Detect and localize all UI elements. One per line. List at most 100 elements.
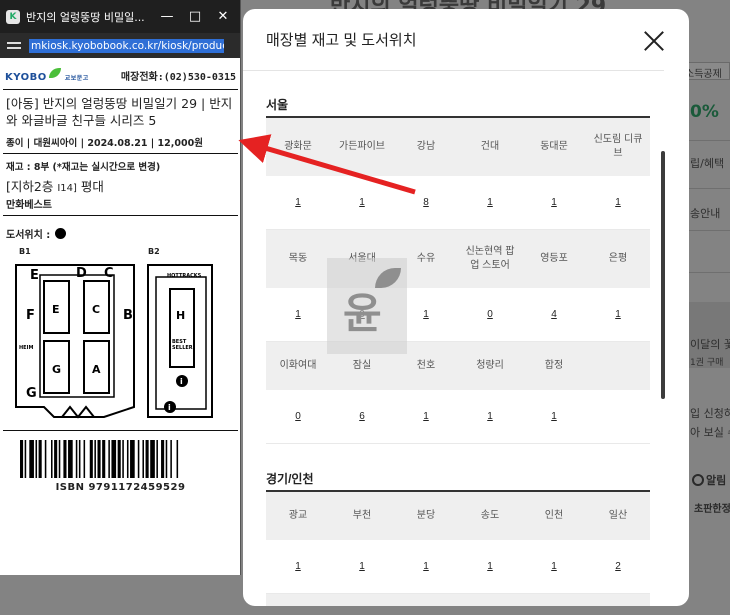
stock-count-link[interactable]: 1 [423, 309, 429, 320]
store-phone: 매장전화:(02)530-0315 [120, 72, 236, 83]
background-text: 립/혜택 [690, 157, 725, 170]
stock-count-link[interactable]: 0 [295, 411, 301, 422]
address-bar[interactable]: mkiosk.kyobobook.co.kr/kiosk/product [0, 33, 240, 58]
close-icon[interactable] [642, 29, 666, 53]
stock-count-link[interactable]: 1 [359, 197, 365, 208]
scrollbar[interactable] [661, 151, 665, 399]
stock-count-link[interactable]: 1 [551, 411, 557, 422]
barcode-bar [156, 440, 158, 478]
stock-count-cell: 1 [522, 176, 586, 229]
barcode-bar [97, 440, 101, 478]
minimize-icon[interactable]: — [153, 0, 181, 33]
stock-count-cell: 1 [586, 288, 650, 341]
barcode-bar [35, 440, 38, 478]
stock-count-link[interactable]: 1 [615, 309, 621, 320]
region-heading: 서울 [266, 98, 289, 112]
stock-count-link[interactable]: 1 [487, 561, 493, 572]
stock-count-link[interactable]: 1 [295, 561, 301, 572]
watermark-logo: 윤 [327, 258, 407, 354]
url-text[interactable]: mkiosk.kyobobook.co.kr/kiosk/product [29, 38, 224, 53]
kyobo-brand-sub: 교보문고 [64, 75, 89, 82]
store-name: 부천 [352, 510, 372, 521]
barcode-bar [122, 440, 124, 478]
stock-count-link[interactable]: 1 [295, 309, 301, 320]
store-name: 영등포 [540, 253, 568, 264]
store-name: 은평 [608, 253, 628, 264]
stock-count-cell: 1 [330, 176, 394, 229]
map-zone-h: H [176, 309, 185, 322]
barcode-bar [161, 440, 165, 478]
location-code: I14] [57, 183, 77, 194]
stock-count-cell: 2 [586, 540, 650, 593]
map-zone-g2: G [26, 386, 37, 401]
map-zone-e: E [30, 268, 39, 283]
barcode-bar [29, 440, 34, 478]
barcode-bar [44, 440, 47, 478]
stock-count-row: 0 6 1 1 1 [266, 390, 650, 444]
store-name: 이화여대 [279, 360, 317, 371]
stock-count-link[interactable]: 1 [487, 411, 493, 422]
barcode-bar [165, 440, 168, 478]
map-zone-c2: C [92, 303, 100, 316]
stock-count-link[interactable]: 0 [487, 309, 493, 320]
book-title: [아동] 반지의 얼렁뚱땅 비밀일기 29 | 반지와 와글바글 친구들 시리즈… [6, 96, 233, 128]
stock-count-link[interactable]: 1 [359, 561, 365, 572]
svg-text:i: i [168, 403, 171, 412]
barcode-bar [54, 440, 58, 478]
stock-count-cell: 1 [458, 176, 522, 229]
site-settings-icon[interactable] [7, 39, 21, 53]
stock-count-link[interactable]: 8 [423, 197, 429, 208]
store-name: 광화문 [284, 141, 312, 152]
store-name: 판교 [266, 594, 330, 606]
shelf-location: [지하2층 I14] 평대 [0, 174, 240, 196]
leaf-icon [48, 68, 61, 78]
region-heading: 경기/인천 [266, 472, 314, 486]
stock-count-cell: 1 [458, 540, 522, 593]
stock-count-link[interactable]: 1 [615, 197, 621, 208]
divider [688, 230, 730, 231]
stock-count-link[interactable]: 1 [295, 197, 301, 208]
stock-count-cell: 1 [266, 540, 330, 593]
barcode-bar [142, 440, 144, 478]
stock-count-link[interactable]: 1 [423, 411, 429, 422]
barcode-bar [102, 440, 106, 478]
stock-count-row: 1 1 8 1 1 1 [266, 176, 650, 230]
map-zone-a: A [92, 363, 101, 376]
stock-count-link[interactable]: 4 [551, 309, 557, 320]
window-title: 반지의 얼렁뚱땅 비밀일... [26, 10, 145, 24]
barcode-bar [150, 440, 155, 478]
background-text: 1권 구매 [690, 358, 724, 368]
store-name: 평촌 [330, 594, 394, 606]
barcode-bar [58, 440, 61, 478]
close-window-icon[interactable]: ✕ [209, 0, 237, 33]
store-name: 가든파이브 [339, 141, 385, 152]
store-stock-modal: 매장별 재고 및 도서위치 서울 광화문 가든파이브 강남 건대 동대문 신도림 디큐브 1 1… [243, 9, 689, 606]
svg-text:i: i [180, 377, 183, 386]
maximize-icon[interactable]: □ [181, 0, 209, 33]
map-zone-hottracks: HOTTRACKS [167, 273, 202, 279]
watermark-char: 윤 [343, 289, 382, 338]
barcode-bar [51, 440, 53, 478]
stock-count-link[interactable]: 2 [615, 561, 621, 572]
store-name: 송도 [480, 510, 500, 521]
location-line: 도서위치 : [0, 216, 240, 247]
kiosk-receipt: KYOBO 교보문고 매장전화:(02)530-0315 [아동] 반지의 얼렁… [0, 58, 240, 431]
stock-count-link[interactable]: 1 [423, 561, 429, 572]
stock-count-link[interactable]: 6 [359, 411, 365, 422]
stock-count-cell: 1 [266, 176, 330, 229]
stock-count-cell: 1 [266, 288, 330, 341]
stock-count-link[interactable]: 1 [551, 197, 557, 208]
barcode-bar [111, 440, 117, 478]
store-name-row: 판교평촌 [266, 594, 650, 606]
store-name-row: 광화문 가든파이브 강남 건대 동대문 신도림 디큐브 [266, 118, 650, 176]
modal-body[interactable]: 서울광화문가든파이브강남건대동대문신도림 디큐브118111목동서울대수유신논현… [243, 71, 689, 606]
stock-count-row: 101041 [266, 288, 650, 342]
store-name: 동대문 [540, 141, 568, 152]
kiosk-popup-window: K 반지의 얼렁뚱땅 비밀일... — □ ✕ mkiosk.kyobobook… [0, 0, 241, 575]
stock-count-link[interactable]: 1 [487, 197, 493, 208]
stock-count-cell: 0 [458, 288, 522, 341]
store-name: 일산 [608, 510, 628, 521]
barcode-bar [94, 440, 96, 478]
stock-count-link[interactable]: 1 [551, 561, 557, 572]
stock-count-cell: 6 [330, 390, 394, 443]
